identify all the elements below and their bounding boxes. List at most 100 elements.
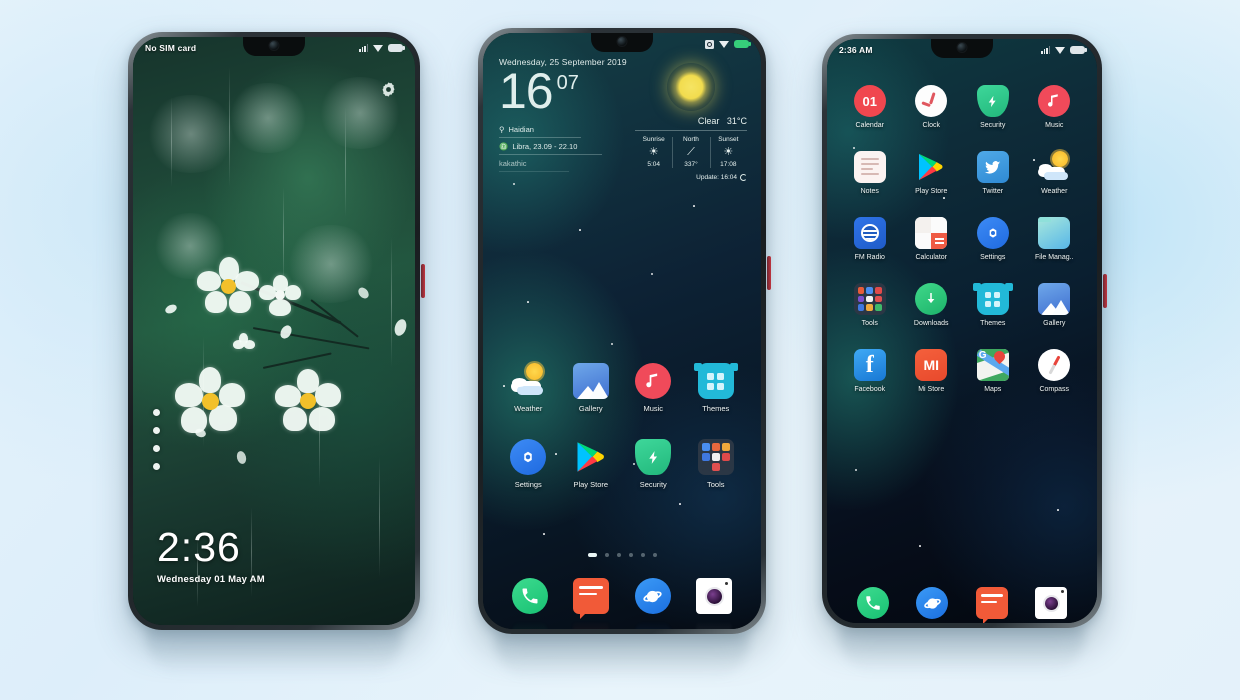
fm-radio-icon bbox=[853, 217, 886, 249]
security-icon bbox=[976, 85, 1009, 117]
signal-icon bbox=[1041, 46, 1051, 54]
page-dot[interactable] bbox=[616, 553, 621, 557]
page-dot[interactable] bbox=[628, 553, 633, 557]
app-label: Gallery bbox=[1043, 320, 1066, 327]
tools-folder-icon bbox=[697, 439, 734, 475]
wind-direction-icon: ⟋ bbox=[687, 145, 695, 158]
weather-icon bbox=[1038, 151, 1070, 183]
wifi-icon bbox=[1055, 46, 1065, 54]
camera-icon[interactable] bbox=[1035, 587, 1068, 619]
weather-condition: Clear bbox=[697, 116, 720, 126]
page-dot-active[interactable] bbox=[587, 553, 597, 557]
app-themes[interactable]: Themes bbox=[685, 363, 748, 413]
wifi-icon bbox=[719, 40, 729, 48]
phone-icon[interactable] bbox=[511, 578, 548, 614]
mi-store-icon: MI bbox=[915, 349, 948, 381]
app-security[interactable]: Security bbox=[622, 439, 685, 489]
phone2-dock[interactable] bbox=[483, 578, 761, 619]
app-tools[interactable]: Tools bbox=[839, 283, 901, 327]
messaging-icon[interactable] bbox=[573, 578, 610, 619]
app-gallery[interactable]: Gallery bbox=[1024, 283, 1086, 327]
app-music[interactable]: Music bbox=[1024, 85, 1086, 129]
app-label: Weather bbox=[1041, 188, 1068, 195]
app-calendar[interactable]: 01 Calendar bbox=[839, 85, 901, 129]
libra-icon: ♎ bbox=[499, 142, 509, 151]
battery-icon bbox=[1070, 46, 1087, 54]
browser-icon[interactable] bbox=[916, 587, 949, 619]
app-compass[interactable]: Compass bbox=[1024, 349, 1086, 393]
power-button[interactable] bbox=[421, 264, 425, 298]
clock-weather-widget[interactable]: Wednesday, 25 September 2019 16 07 ⚲ Hai… bbox=[483, 57, 761, 181]
lockscreen-date: Wednesday 01 May AM bbox=[157, 574, 265, 585]
app-security[interactable]: Security bbox=[962, 85, 1024, 129]
app-twitter[interactable]: Twitter bbox=[962, 151, 1024, 195]
camera-icon[interactable] bbox=[696, 578, 733, 614]
app-label: Themes bbox=[980, 320, 1006, 327]
app-label: Themes bbox=[702, 404, 730, 413]
cell-label: Sunset bbox=[718, 136, 739, 143]
refresh-icon[interactable] bbox=[740, 173, 747, 181]
sunrise-icon: ☀ bbox=[648, 145, 659, 158]
phone-icon[interactable] bbox=[856, 587, 889, 619]
app-label: Music bbox=[643, 404, 664, 413]
weather-cell-sunset: Sunset ☀ 17:08 bbox=[709, 135, 747, 170]
app-weather[interactable]: Weather bbox=[1024, 151, 1086, 195]
app-settings[interactable]: Settings bbox=[962, 217, 1024, 261]
cell-value: 17:08 bbox=[720, 160, 737, 168]
power-button[interactable] bbox=[1103, 274, 1107, 308]
page-dot[interactable] bbox=[640, 553, 645, 557]
app-file-manager[interactable]: File Manag.. bbox=[1024, 217, 1086, 261]
page-dot[interactable] bbox=[153, 427, 160, 434]
app-music[interactable]: Music bbox=[622, 363, 685, 413]
phone3-dock[interactable] bbox=[827, 587, 1097, 623]
app-weather[interactable]: Weather bbox=[497, 363, 560, 413]
app-maps[interactable]: G Maps bbox=[962, 349, 1024, 393]
music-icon bbox=[1038, 85, 1071, 117]
app-mi-store[interactable]: MI Mi Store bbox=[901, 349, 963, 393]
twitter-icon bbox=[976, 151, 1009, 183]
app-downloads[interactable]: Downloads bbox=[901, 283, 963, 327]
phone3-app-grid[interactable]: 01 Calendar Clock Security Music Notes P… bbox=[827, 85, 1097, 393]
app-clock[interactable]: Clock bbox=[901, 85, 963, 129]
app-label: Twitter bbox=[982, 188, 1004, 195]
app-facebook[interactable]: f Facebook bbox=[839, 349, 901, 393]
cell-value: 337° bbox=[684, 160, 698, 168]
weather-cell-north: North ⟋ 337° bbox=[672, 135, 709, 170]
play-store-icon bbox=[915, 151, 947, 183]
cell-label: Sunrise bbox=[642, 136, 665, 143]
phone1-screen[interactable]: No SIM card 2:36 Wednesday 01 May AM bbox=[133, 37, 415, 625]
app-notes[interactable]: Notes bbox=[839, 151, 901, 195]
flower bbox=[275, 369, 341, 435]
app-themes[interactable]: Themes bbox=[962, 283, 1024, 327]
app-label: Security bbox=[980, 122, 1006, 129]
app-gallery[interactable]: Gallery bbox=[560, 363, 623, 413]
browser-icon[interactable] bbox=[634, 578, 671, 614]
page-dot[interactable] bbox=[153, 445, 160, 452]
gallery-icon bbox=[572, 363, 609, 399]
gear-icon[interactable] bbox=[380, 81, 397, 98]
app-play-store[interactable]: Play Store bbox=[901, 151, 963, 195]
app-fm-radio[interactable]: FM Radio bbox=[839, 217, 901, 261]
phone2-app-grid[interactable]: Weather Gallery Music Themes Settings Pl… bbox=[483, 363, 761, 489]
app-tools[interactable]: Tools bbox=[685, 439, 748, 489]
phone3-screen[interactable]: 2:36 AM 01 Calendar Clock Security Music… bbox=[827, 39, 1097, 623]
weather-update-row[interactable]: Update: 16:04 bbox=[635, 173, 747, 181]
notes-icon bbox=[853, 151, 886, 183]
notch bbox=[931, 39, 993, 58]
page-indicator[interactable] bbox=[483, 553, 761, 557]
weather-widget[interactable]: Clear 31°C Sunrise ☀ 5:04 North ⟋ 337° S… bbox=[635, 63, 747, 181]
phone2-screen[interactable]: Wednesday, 25 September 2019 16 07 ⚲ Hai… bbox=[483, 33, 761, 629]
widget-zodiac-row: ♎ Libra, 23.09 - 22.10 bbox=[499, 138, 602, 155]
page-dot[interactable] bbox=[153, 409, 160, 416]
power-button[interactable] bbox=[767, 256, 771, 290]
app-play-store[interactable]: Play Store bbox=[560, 439, 623, 489]
page-indicator-dots[interactable] bbox=[153, 409, 160, 470]
app-settings[interactable]: Settings bbox=[497, 439, 560, 489]
app-calculator[interactable]: Calculator bbox=[901, 217, 963, 261]
messaging-icon[interactable] bbox=[975, 587, 1008, 623]
page-dot[interactable] bbox=[652, 553, 657, 557]
page-dot[interactable] bbox=[604, 553, 609, 557]
music-icon bbox=[635, 363, 672, 399]
clock-icon bbox=[915, 85, 948, 117]
page-dot[interactable] bbox=[153, 463, 160, 470]
